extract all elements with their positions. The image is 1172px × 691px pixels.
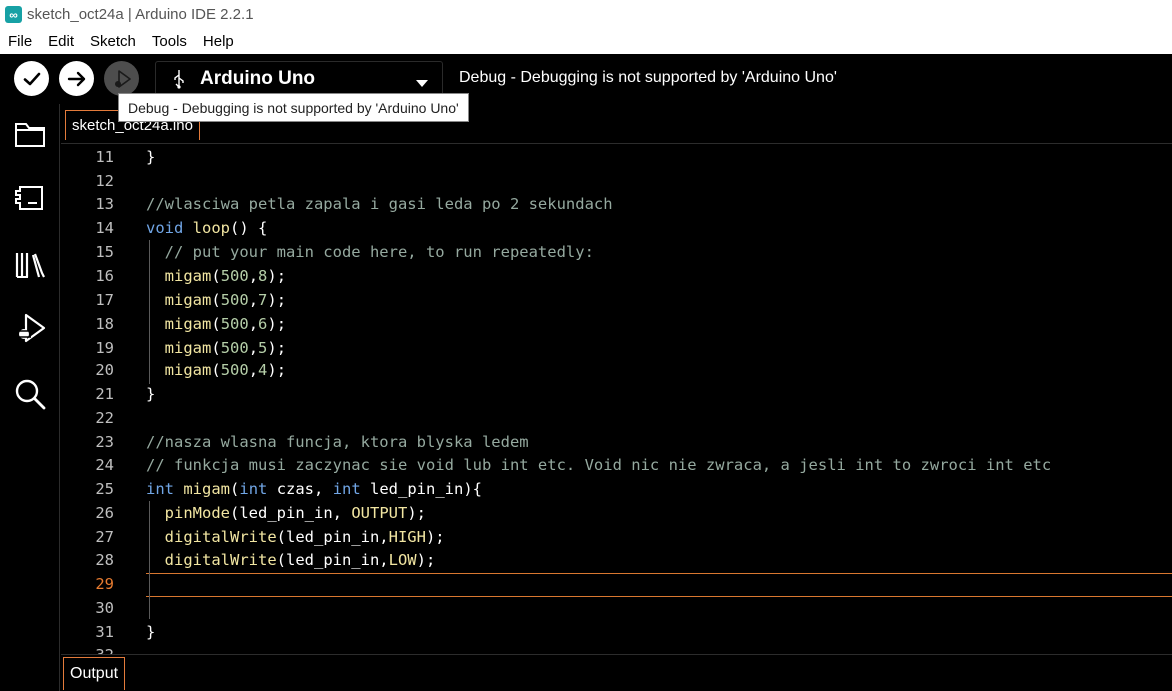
activity-sidebar	[0, 104, 60, 691]
verify-button[interactable]	[14, 61, 49, 96]
code-text: }	[146, 148, 156, 166]
menu-file[interactable]: File	[0, 33, 40, 50]
code-line: 20 migam(500,4);	[61, 358, 1172, 382]
code-text: // put your main code here, to run repea…	[146, 243, 594, 261]
window-title: sketch_oct24a | Arduino IDE 2.2.1	[27, 6, 254, 23]
board-manager-icon[interactable]	[12, 180, 48, 216]
code-line: 28 digitalWrite(led_pin_in,LOW);	[61, 548, 1172, 572]
line-number: 28	[95, 551, 114, 569]
line-number: 30	[95, 599, 114, 617]
code-line: 21 }	[61, 382, 1172, 406]
arduino-infinity-icon: ∞	[5, 6, 22, 23]
code-line: 32	[61, 643, 1172, 654]
status-message: Debug - Debugging is not supported by 'A…	[459, 69, 837, 86]
code-text: migam(500,5);	[164, 339, 287, 357]
code-line: 18 migam(500,6);	[61, 312, 1172, 336]
menu-sketch[interactable]: Sketch	[82, 33, 144, 50]
code-text: migam(500,8);	[164, 267, 287, 285]
line-number: 22	[95, 409, 114, 427]
menu-help[interactable]: Help	[195, 33, 242, 50]
line-number: 26	[95, 504, 114, 522]
code-text: digitalWrite(led_pin_in,HIGH);	[164, 528, 445, 546]
code-text: digitalWrite(led_pin_in,LOW);	[164, 551, 436, 569]
code-line: 12	[61, 169, 1172, 193]
code-text: //wlasciwa petla zapala i gasi leda po 2…	[146, 195, 613, 213]
output-panel: Output	[61, 654, 1172, 691]
line-number: 25	[95, 480, 114, 498]
line-number: 31	[95, 623, 114, 641]
board-selector[interactable]: Arduino Uno	[155, 61, 443, 97]
line-number: 29	[95, 575, 114, 593]
code-line: 23 //nasza wlasna funcja, ktora blyska l…	[61, 430, 1172, 454]
line-number: 20	[95, 361, 114, 379]
code-line: 15 // put your main code here, to run re…	[61, 240, 1172, 264]
code-text: }	[146, 385, 156, 403]
line-number: 14	[95, 219, 114, 237]
debug-play-icon	[114, 69, 131, 88]
line-number: 23	[95, 433, 114, 451]
code-line: 25 int migam(int czas, int led_pin_in){	[61, 477, 1172, 501]
line-number: 17	[95, 291, 114, 309]
tab-output[interactable]: Output	[63, 657, 126, 690]
code-text: migam(500,6);	[164, 315, 287, 333]
line-number: 18	[95, 315, 114, 333]
usb-icon	[170, 69, 188, 89]
search-icon[interactable]	[12, 376, 48, 412]
debug-tooltip: Debug - Debugging is not supported by 'A…	[118, 93, 469, 122]
menu-bar: File Edit Sketch Tools Help	[0, 29, 1172, 54]
line-number: 32	[61, 643, 114, 654]
line-number: 19	[95, 339, 114, 357]
menu-tools[interactable]: Tools	[144, 33, 195, 50]
menu-edit[interactable]: Edit	[40, 33, 82, 50]
code-text: migam(500,4);	[164, 361, 287, 379]
line-number: 11	[95, 148, 114, 166]
line-number: 21	[95, 385, 114, 403]
code-text: // funkcja musi zaczynac sie void lub in…	[146, 456, 1052, 474]
code-line: 22	[61, 406, 1172, 430]
code-line: 27 digitalWrite(led_pin_in,HIGH);	[61, 525, 1172, 549]
code-line: 31 }	[61, 620, 1172, 644]
code-line: 24 // funkcja musi zaczynac sie void lub…	[61, 453, 1172, 477]
title-bar: ∞ sketch_oct24a | Arduino IDE 2.2.1	[0, 0, 1172, 29]
code-editor[interactable]: 11 } 12 13 //wlasciwa petla zapala i gas…	[61, 144, 1172, 654]
code-text: pinMode(led_pin_in, OUTPUT);	[164, 504, 426, 522]
check-icon	[23, 72, 40, 85]
code-line: 16 migam(500,8);	[61, 264, 1172, 288]
upload-button[interactable]	[59, 61, 94, 96]
line-number: 27	[95, 528, 114, 546]
board-name: Arduino Uno	[200, 68, 316, 89]
code-line: 30	[61, 596, 1172, 620]
debug-button[interactable]	[104, 61, 139, 96]
chevron-down-icon	[416, 75, 428, 93]
code-text: }	[146, 623, 156, 641]
code-text: void loop() {	[146, 219, 268, 237]
line-number: 24	[95, 456, 114, 474]
library-icon[interactable]	[12, 247, 48, 283]
line-number: 12	[95, 172, 114, 190]
code-line: 11 }	[61, 145, 1172, 169]
code-line: 29	[61, 572, 1172, 596]
code-line: 19 migam(500,5);	[61, 336, 1172, 360]
code-line: 17 migam(500,7);	[61, 288, 1172, 312]
line-number: 15	[95, 243, 114, 261]
code-line: 26 pinMode(led_pin_in, OUTPUT);	[61, 501, 1172, 525]
code-line: 13 //wlasciwa petla zapala i gasi leda p…	[61, 192, 1172, 216]
code-text: int migam(int czas, int led_pin_in){	[146, 480, 483, 498]
folder-icon[interactable]	[12, 116, 48, 152]
code-line: 14 void loop() {	[61, 216, 1172, 240]
code-text: migam(500,7);	[164, 291, 287, 309]
arrow-right-icon	[67, 71, 85, 86]
line-number: 13	[95, 195, 114, 213]
code-text: //nasza wlasna funcja, ktora blyska lede…	[146, 433, 529, 451]
line-number: 16	[95, 267, 114, 285]
debug-icon[interactable]	[12, 310, 48, 346]
